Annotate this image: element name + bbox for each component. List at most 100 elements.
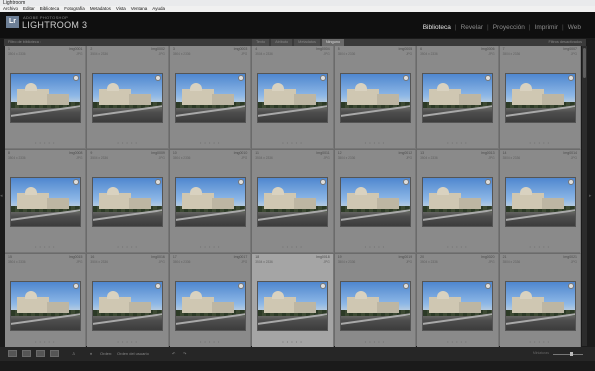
photo-thumbnail[interactable] [11,74,80,122]
rating-stars-icon[interactable]: • • • • • [252,244,332,249]
thumbnail-size-slider[interactable] [553,354,583,355]
rating-stars-icon[interactable]: • • • • • [170,339,250,344]
thumbnail-cell[interactable]: 9 Img0009 3504 x 2336 JPG • • • • • [87,150,169,253]
left-panel-toggle-icon[interactable]: ◂ [0,193,3,199]
rating-stars-icon[interactable]: • • • • • [500,140,580,145]
rotate-right-icon[interactable]: ↷ [183,351,186,356]
photo-thumbnail[interactable] [175,178,245,226]
rating-stars-icon[interactable]: • • • • • [252,140,332,145]
metadata-badge-icon[interactable] [155,179,162,185]
photo-thumbnail[interactable] [258,178,328,226]
rotate-left-icon[interactable]: ↶ [172,351,175,356]
rating-stars-icon[interactable]: • • • • • [87,140,167,145]
thumbnail-cell[interactable]: 3 Img0003 3504 x 2336 JPG • • • • • [169,46,252,149]
rating-stars-icon[interactable]: • • • • • [335,244,415,249]
photo-thumbnail[interactable] [93,74,163,122]
thumbnail-cell[interactable]: 7 Img0007 3504 x 2336 JPG • • • • • [499,46,581,149]
thumbnail-size-knob[interactable] [570,352,573,356]
grid-scrollbar[interactable] [582,46,587,346]
rating-stars-icon[interactable]: • • • • • [87,339,167,344]
photo-thumbnail[interactable] [505,178,575,226]
photo-thumbnail[interactable] [258,74,328,122]
rating-stars-icon[interactable]: • • • • • [417,339,497,344]
thumbnail-cell[interactable]: 8 Img0008 3504 x 2336 JPG • • • • • [5,150,87,253]
rating-stars-icon[interactable]: • • • • • [335,339,415,344]
photo-thumbnail[interactable] [93,178,163,226]
metadata-badge-icon[interactable] [155,75,162,81]
rating-stars-icon[interactable]: • • • • • [417,244,497,249]
module-web[interactable]: Web [564,24,585,31]
metadata-badge-icon[interactable] [402,179,409,185]
photo-thumbnail[interactable] [340,74,410,122]
rating-stars-icon[interactable]: • • • • • [252,339,332,344]
thumbnail-cell[interactable]: 20 Img0020 3504 x 2336 JPG • • • • • [417,254,499,348]
metadata-badge-icon[interactable] [485,283,492,289]
metadata-badge-icon[interactable] [237,179,244,185]
thumbnail-cell[interactable]: 10 Img0010 3504 x 2336 JPG • • • • • [169,150,252,253]
module-proyección[interactable]: Proyección [489,24,529,31]
thumbnail-cell[interactable]: 19 Img0019 3504 x 2336 JPG • • • • • [334,254,417,348]
photo-thumbnail[interactable] [423,74,493,122]
thumbnail-cell[interactable]: 18 Img0018 3504 x 2336 JPG • • • • • [252,254,334,348]
thumbnail-cell[interactable]: 6 Img0006 3504 x 2336 JPG • • • • • [417,46,499,149]
photo-thumbnail[interactable] [93,282,163,330]
rating-stars-icon[interactable]: • • • • • [417,140,497,145]
photo-thumbnail[interactable] [11,178,80,226]
metadata-badge-icon[interactable] [402,283,409,289]
metadata-badge-icon[interactable] [320,179,327,185]
module-biblioteca[interactable]: Biblioteca [419,24,455,31]
metadata-badge-icon[interactable] [320,75,327,81]
thumbnail-cell[interactable]: 4 Img0004 3504 x 2336 JPG • • • • • [252,46,334,149]
thumbnail-cell[interactable]: 2 Img0002 3504 x 2336 JPG • • • • • [87,46,169,149]
photo-thumbnail[interactable] [340,282,410,330]
rating-stars-icon[interactable]: • • • • • [5,244,85,249]
metadata-badge-icon[interactable] [485,75,492,81]
survey-view-button[interactable] [50,350,59,357]
photo-thumbnail[interactable] [11,282,80,330]
metadata-badge-icon[interactable] [73,75,79,81]
photo-thumbnail[interactable] [505,74,575,122]
rating-stars-icon[interactable]: • • • • • [5,339,85,344]
photo-thumbnail[interactable] [175,74,245,122]
metadata-badge-icon[interactable] [567,283,574,289]
metadata-badge-icon[interactable] [155,283,162,289]
thumbnail-cell[interactable]: 17 Img0017 3504 x 2336 JPG • • • • • [169,254,252,348]
filter-tab[interactable]: Ninguno [321,39,345,46]
loupe-view-button[interactable] [22,350,31,357]
module-revelar[interactable]: Revelar [457,24,487,31]
photo-thumbnail[interactable] [340,178,410,226]
right-panel-toggle-icon[interactable]: ▸ [589,193,592,199]
painter-icon[interactable]: ♙ [72,351,76,356]
rating-stars-icon[interactable]: • • • • • [170,140,250,145]
thumbnail-cell[interactable]: 16 Img0016 3504 x 2336 JPG • • • • • [87,254,169,348]
grid-view-button[interactable] [8,350,17,357]
metadata-badge-icon[interactable] [237,283,244,289]
module-imprimir[interactable]: Imprimir [531,24,562,31]
rating-stars-icon[interactable]: • • • • • [335,140,415,145]
rating-stars-icon[interactable]: • • • • • [500,339,580,344]
scrollbar-thumb[interactable] [583,48,586,78]
compare-view-button[interactable] [36,350,45,357]
metadata-badge-icon[interactable] [567,75,574,81]
thumbnail-cell[interactable]: 11 Img0011 3504 x 2336 JPG • • • • • [252,150,334,253]
rating-stars-icon[interactable]: • • • • • [500,244,580,249]
metadata-badge-icon[interactable] [485,179,492,185]
thumbnail-cell[interactable]: 13 Img0013 3504 x 2336 JPG • • • • • [417,150,499,253]
filter-status[interactable]: Filtros desactivados [548,39,582,46]
metadata-badge-icon[interactable] [73,283,79,289]
metadata-badge-icon[interactable] [237,75,244,81]
thumbnail-cell[interactable]: 21 Img0021 3504 x 2336 JPG • • • • • [499,254,581,348]
thumbnail-cell[interactable]: 15 Img0015 3504 x 2336 JPG • • • • • [5,254,87,348]
rating-stars-icon[interactable]: • • • • • [87,244,167,249]
rating-stars-icon[interactable]: • • • • • [5,140,85,145]
filter-tab[interactable]: Texto [252,39,270,46]
metadata-badge-icon[interactable] [320,283,327,289]
thumbnail-cell[interactable]: 14 Img0014 3504 x 2336 JPG • • • • • [499,150,581,253]
filter-tab[interactable]: Atributo [271,39,293,46]
metadata-badge-icon[interactable] [567,179,574,185]
filter-tab[interactable]: Metadatos [294,39,320,46]
photo-thumbnail[interactable] [258,282,328,330]
rating-stars-icon[interactable]: • • • • • [170,244,250,249]
sort-dropdown[interactable]: Orden del usuario [117,351,149,356]
metadata-badge-icon[interactable] [73,179,79,185]
